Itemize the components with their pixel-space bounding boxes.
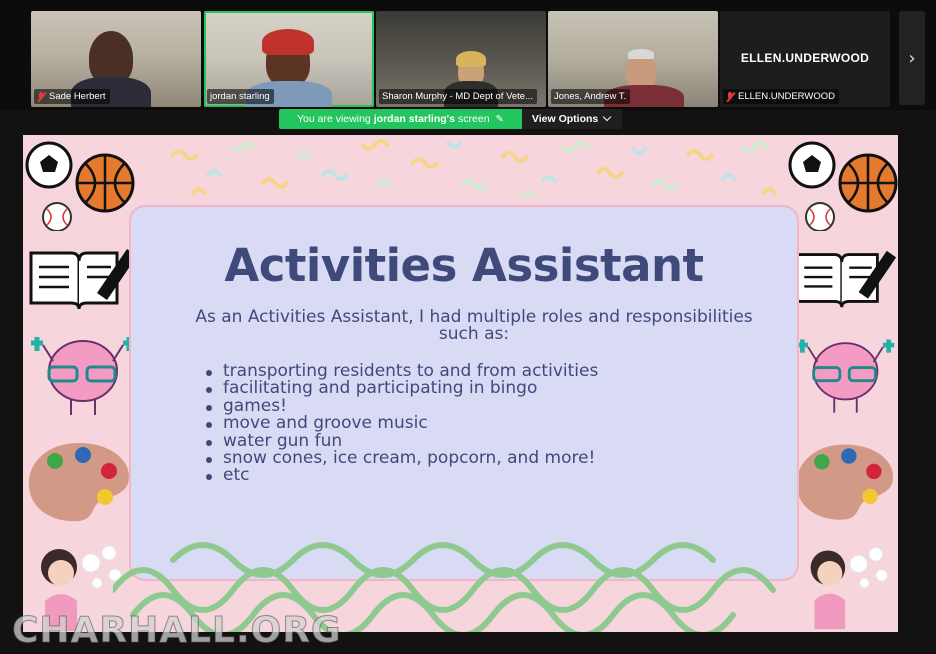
responsibilities-list: transporting residents to and from activ… xyxy=(204,362,598,485)
book-and-pencil-icon xyxy=(795,250,897,308)
list-item: snow cones, ice cream, popcorn, and more… xyxy=(204,449,598,467)
view-options-button[interactable]: View Options xyxy=(521,109,623,129)
participant-name: jordan starling xyxy=(210,91,270,102)
list-item: move and groove music xyxy=(204,414,598,432)
participant-video xyxy=(456,51,486,67)
participant-tile[interactable]: Sade Herbert xyxy=(31,11,201,107)
watermark: CHARHALL.ORG xyxy=(12,610,342,652)
slide-title: Activities Assistant xyxy=(224,239,704,292)
participant-display-name: ELLEN.UNDERWOOD xyxy=(740,51,870,65)
sports-balls-icon xyxy=(788,141,898,231)
paint-palette-icon xyxy=(796,444,894,520)
screen-share-icon: ✎ xyxy=(495,113,504,125)
slide-content-card: Activities Assistant As an Activities As… xyxy=(129,205,799,581)
slide-intro: As an Activities Assistant, I had multip… xyxy=(195,307,753,344)
shared-screen-slide: Activities Assistant As an Activities As… xyxy=(23,135,898,632)
chevron-down-icon xyxy=(603,112,612,122)
chevron-right-icon: › xyxy=(908,47,916,69)
next-page-button[interactable]: › xyxy=(899,11,925,105)
bubble-girl-icon xyxy=(810,547,888,630)
brain-exercise-icon xyxy=(31,337,135,415)
participant-tile-active[interactable]: jordan starling xyxy=(204,11,374,107)
participant-tile[interactable]: Sharon Murphy - MD Dept of Vete... xyxy=(376,11,546,107)
viewing-indicator: You are viewing jordan starling's screen… xyxy=(279,109,522,129)
list-item: etc xyxy=(204,467,598,484)
participant-video xyxy=(262,29,314,55)
mic-muted-icon xyxy=(37,91,46,102)
brain-exercise-icon xyxy=(796,339,895,413)
screen-share-banner: You are viewing jordan starling's screen… xyxy=(279,109,623,129)
sports-balls-icon xyxy=(25,141,135,231)
confetti-decoration xyxy=(171,139,777,199)
paint-palette-icon xyxy=(28,443,129,522)
participant-name: Sharon Murphy - MD Dept of Vete... xyxy=(382,91,534,102)
participant-tile[interactable]: ELLEN.UNDERWOOD ELLEN.UNDERWOOD xyxy=(720,11,890,107)
participant-name: ELLEN.UNDERWOOD xyxy=(738,91,835,102)
participant-video xyxy=(628,49,654,59)
participant-name: Sade Herbert xyxy=(49,91,106,102)
mic-muted-icon xyxy=(726,91,735,102)
book-and-pencil-icon xyxy=(29,249,137,310)
participant-tile[interactable]: Jones, Andrew T. xyxy=(548,11,718,107)
participant-strip: Sade Herbert jordan starling Sharon Murp… xyxy=(0,0,936,110)
participant-name: Jones, Andrew T. xyxy=(554,91,627,102)
